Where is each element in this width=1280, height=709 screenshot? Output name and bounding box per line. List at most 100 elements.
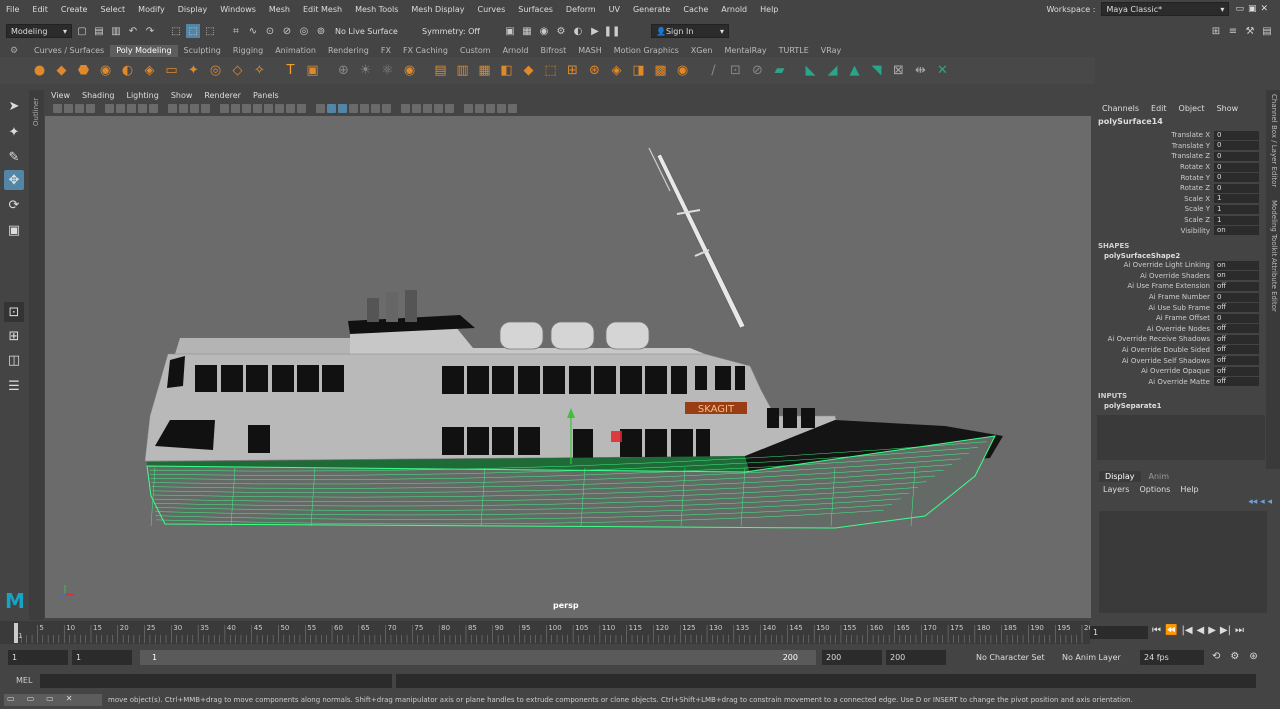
- hypershade-icon[interactable]: ◐: [571, 24, 585, 38]
- shelf-tab-vray[interactable]: VRay: [815, 45, 848, 57]
- shelf-tool-38-icon[interactable]: ⊠: [889, 61, 908, 80]
- viewport-tool-24-icon[interactable]: [338, 103, 347, 113]
- menu-select[interactable]: Select: [94, 5, 132, 14]
- shape-attr-row[interactable]: Ai Override Self Shadows off: [1095, 355, 1265, 366]
- shelf-tool-17-icon[interactable]: ◉: [400, 61, 419, 80]
- viewport-tool-16-icon[interactable]: [242, 103, 251, 113]
- viewport-persp[interactable]: SKAGIT persp: [45, 116, 1091, 618]
- two-view-layout-icon[interactable]: ◫: [4, 350, 24, 370]
- shelf-tool-14-icon[interactable]: ⊕: [334, 61, 353, 80]
- viewport-tool-13-icon[interactable]: [201, 103, 210, 113]
- save-scene-icon[interactable]: ▥: [109, 24, 123, 38]
- channel-attr-value[interactable]: 0: [1214, 162, 1259, 172]
- viewport-menu-renderer[interactable]: Renderer: [204, 91, 241, 100]
- snap-point-icon[interactable]: ⊙: [263, 24, 277, 38]
- viewport-tool-38-icon[interactable]: [508, 103, 517, 113]
- menu-mesh-tools[interactable]: Mesh Tools: [349, 5, 405, 14]
- layer-buttons[interactable]: ◂◂ ◂ ◂: [1248, 497, 1272, 507]
- viewport-menu-shading[interactable]: Shading: [82, 91, 115, 100]
- viewport-menu-panels[interactable]: Panels: [253, 91, 279, 100]
- channel-attr-value[interactable]: on: [1214, 226, 1259, 236]
- viewport-tool-23-icon[interactable]: [327, 103, 336, 113]
- shelf-tab-fx-caching[interactable]: FX Caching: [397, 45, 454, 57]
- channel-attr-value[interactable]: 0: [1214, 151, 1259, 161]
- channel-attr-value[interactable]: 0: [1214, 173, 1259, 183]
- shelf-tool-21-icon[interactable]: ◧: [497, 61, 516, 80]
- new-scene-icon[interactable]: ▢: [75, 24, 89, 38]
- viewport-tool-20-icon[interactable]: [286, 103, 295, 113]
- window-controls[interactable]: ▭▣✕: [1235, 4, 1272, 14]
- shape-attr-row[interactable]: Ai Override Opaque off: [1095, 366, 1265, 377]
- shelf-tool-24-icon[interactable]: ⊞: [563, 61, 582, 80]
- viewport-tool-9-icon[interactable]: [149, 103, 158, 113]
- shelf-tool-6-icon[interactable]: ◈: [140, 61, 159, 80]
- menu-mesh-display[interactable]: Mesh Display: [405, 5, 471, 14]
- play-backward-icon[interactable]: ◀: [1197, 625, 1205, 636]
- shelf-tab-fx[interactable]: FX: [375, 45, 397, 57]
- shelf-tab-rendering[interactable]: Rendering: [322, 45, 375, 57]
- channel-attr-value[interactable]: 1: [1214, 204, 1259, 214]
- modeling-toolkit-icon[interactable]: ⊞: [1209, 24, 1223, 38]
- channel-attr-row[interactable]: Rotate X 0: [1095, 162, 1265, 173]
- shape-attr-row[interactable]: Ai Override Double Sided off: [1095, 345, 1265, 356]
- viewport-tool-10-icon[interactable]: [168, 103, 177, 113]
- viewport-menu-view[interactable]: View: [51, 91, 70, 100]
- shape-attr-row[interactable]: Ai Use Frame Extension off: [1095, 281, 1265, 292]
- shape-attr-row[interactable]: Ai Frame Offset 0: [1095, 313, 1265, 324]
- outliner-tab[interactable]: Outliner: [29, 90, 44, 620]
- shelf-tool-28-icon[interactable]: ▩: [651, 61, 670, 80]
- menu-deform[interactable]: Deform: [560, 5, 603, 14]
- viewport-tool-18-icon[interactable]: [264, 103, 273, 113]
- layer-menu-layers[interactable]: Layers: [1103, 485, 1129, 494]
- menu-curves[interactable]: Curves: [471, 5, 512, 14]
- shelf-tool-9-icon[interactable]: ◎: [206, 61, 225, 80]
- shelf-tool-34-icon[interactable]: ◣: [801, 61, 820, 80]
- viewport-tool-30-icon[interactable]: [412, 103, 421, 113]
- channel-menu-channels[interactable]: Channels: [1102, 104, 1139, 115]
- shelf-tool-36-icon[interactable]: ▲: [845, 61, 864, 80]
- channel-attr-value[interactable]: 0: [1214, 130, 1259, 140]
- viewport-tool-15-icon[interactable]: [231, 103, 240, 113]
- time-slider[interactable]: 1 5 10 15 20 25 30 35 40 45 50 55 60 65 70 75 80 85 90 95 10…: [0, 621, 1097, 644]
- shape-attr-value[interactable]: off: [1214, 303, 1259, 313]
- shelf-tab-animation[interactable]: Animation: [269, 45, 322, 57]
- fps-dropdown[interactable]: 24 fps: [1140, 650, 1204, 665]
- shelf-tool-29-icon[interactable]: ◉: [673, 61, 692, 80]
- mode-dropdown[interactable]: Modeling ▾: [6, 24, 72, 38]
- menu-uv[interactable]: UV: [603, 5, 627, 14]
- channel-menu-show[interactable]: Show: [1217, 104, 1239, 115]
- viewport-tool-22-icon[interactable]: [316, 103, 325, 113]
- shelf-tool-33-icon[interactable]: ▰: [770, 61, 789, 80]
- shape-attr-value[interactable]: off: [1214, 324, 1259, 334]
- channel-attr-value[interactable]: 0: [1214, 141, 1259, 151]
- channel-attr-row[interactable]: Scale Y 1: [1095, 204, 1265, 215]
- live-surface-field[interactable]: No Live Surface: [331, 24, 415, 38]
- viewport-tool-5-icon[interactable]: [105, 103, 114, 113]
- render-sequence-icon[interactable]: ▦: [520, 24, 534, 38]
- shelf-tab-xgen[interactable]: XGen: [685, 45, 719, 57]
- channel-attr-row[interactable]: Scale X 1: [1095, 194, 1265, 205]
- shelf-tool-31-icon[interactable]: ⊡: [726, 61, 745, 80]
- viewport-tool-19-icon[interactable]: [275, 103, 284, 113]
- step-back-key-icon[interactable]: ⏪: [1165, 625, 1177, 636]
- shelf-tool-11-icon[interactable]: ✧: [250, 61, 269, 80]
- mini-window-controls[interactable]: ▭ ▭ ▭ ✕: [4, 694, 102, 706]
- side-tab-0[interactable]: Channel Box / Layer Editor: [1270, 94, 1278, 187]
- viewport-tool-7-icon[interactable]: [127, 103, 136, 113]
- viewport-tool-6-icon[interactable]: [116, 103, 125, 113]
- layer-menu-options[interactable]: Options: [1139, 485, 1170, 494]
- viewport-tool-14-icon[interactable]: [220, 103, 229, 113]
- shelf-tab-arnold[interactable]: Arnold: [497, 45, 535, 57]
- shape-attr-value[interactable]: off: [1214, 366, 1259, 376]
- sign-in-button[interactable]: 👤 Sign In ▾: [651, 24, 729, 38]
- shelf-tab-sculpting[interactable]: Sculpting: [178, 45, 227, 57]
- viewport-tool-37-icon[interactable]: [497, 103, 506, 113]
- menu-help[interactable]: Help: [754, 5, 785, 14]
- viewport-tool-8-icon[interactable]: [138, 103, 147, 113]
- symmetry-dropdown[interactable]: Symmetry: Off: [418, 24, 500, 38]
- side-tab-2[interactable]: Attribute Editor: [1270, 258, 1278, 312]
- current-frame-field[interactable]: 1: [1090, 626, 1148, 639]
- shape-attr-row[interactable]: Ai Override Shaders on: [1095, 271, 1265, 282]
- shelf-tab-motion-graphics[interactable]: Motion Graphics: [608, 45, 685, 57]
- shelf-tool-10-icon[interactable]: ◇: [228, 61, 247, 80]
